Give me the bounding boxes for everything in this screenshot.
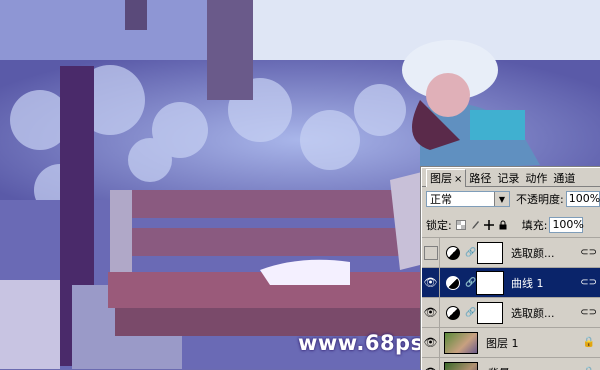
blend-mode-select[interactable]: 正常 ▼ [426, 191, 510, 207]
lock-all-icon[interactable] [498, 220, 508, 230]
layer-row[interactable]: 🔗 选取颜... ⊂⊃ [422, 237, 600, 267]
blend-opacity-row: 正常 ▼ 不透明度: 100% [426, 191, 600, 207]
visibility-toggle[interactable]: 👁 [422, 268, 440, 298]
visibility-toggle[interactable]: 👁 [422, 298, 440, 328]
layer-name: 背景 [486, 365, 508, 370]
tab-layers[interactable]: 图层× [426, 169, 466, 187]
lock-transparency-icon[interactable] [456, 220, 466, 230]
fill-input[interactable]: 100% [549, 217, 583, 233]
lock-move-icon[interactable] [484, 220, 494, 230]
visibility-toggle[interactable]: 👁 [422, 358, 440, 370]
chain-icon: 🔗 [465, 248, 473, 258]
adjustment-layer-icon [446, 246, 460, 260]
lock-brush-icon[interactable] [470, 220, 480, 230]
layer-row[interactable]: 👁 🔗 选取颜... ⊂⊃ [422, 297, 600, 327]
layer-mask-thumbnail[interactable] [477, 242, 503, 264]
layer-row-selected[interactable]: 👁 🔗 曲线 1 ⊂⊃ [422, 267, 600, 297]
layer-name: 选取颜... [511, 245, 555, 261]
adjustment-layer-icon [446, 276, 460, 290]
layer-name: 选取颜... [511, 305, 555, 321]
chain-icon: 🔗 [465, 308, 473, 318]
eye-icon: 👁 [424, 306, 438, 319]
layer-name: 曲线 1 [511, 275, 544, 291]
close-icon[interactable]: × [454, 174, 462, 185]
tab-actions[interactable]: 动作 [522, 170, 550, 186]
eye-icon: 👁 [424, 336, 438, 349]
link-icon: ⊂⊃ [580, 277, 597, 288]
hidden-eye-box [424, 246, 438, 260]
link-icon: ⊂⊃ [580, 247, 597, 258]
layer-mask-thumbnail[interactable] [477, 272, 503, 294]
fill-label: 填充: [522, 217, 548, 233]
lock-fill-row: 锁定: 填充: 100% [426, 217, 583, 233]
visibility-toggle[interactable] [422, 238, 440, 268]
tab-layers-label: 图层 [430, 172, 452, 185]
tab-history[interactable]: 记录 [494, 170, 522, 186]
tab-channels[interactable]: 通道 [550, 170, 578, 186]
layers-panel: 图层× 路径 记录 动作 通道 正常 ▼ 不透明度: 100% 锁定: [421, 167, 600, 370]
tab-paths[interactable]: 路径 [466, 170, 494, 186]
eye-icon: 👁 [424, 366, 438, 370]
layer-row[interactable]: 👁 背景 🔒 [422, 357, 600, 370]
lock-label: 锁定: [426, 217, 452, 233]
adjustment-layer-icon [446, 306, 460, 320]
opacity-label: 不透明度: [516, 191, 564, 207]
layer-thumbnail[interactable] [444, 332, 478, 354]
visibility-toggle[interactable]: 👁 [422, 328, 440, 358]
panel-tabs: 图层× 路径 记录 动作 通道 [422, 168, 600, 187]
lock-options [456, 220, 508, 230]
layer-name: 图层 1 [486, 335, 519, 351]
eye-icon: 👁 [424, 276, 438, 289]
link-icon: ⊂⊃ [580, 307, 597, 318]
opacity-input[interactable]: 100% [566, 191, 600, 207]
lock-icon: 🔒 [583, 337, 595, 348]
layer-mask-thumbnail[interactable] [477, 302, 503, 324]
chevron-down-icon[interactable]: ▼ [494, 192, 509, 206]
blend-mode-value: 正常 [430, 191, 452, 207]
chain-icon: 🔗 [465, 278, 473, 288]
layers-list: 🔗 选取颜... ⊂⊃ 👁 🔗 曲线 1 ⊂⊃ 👁 🔗 选取颜... ⊂⊃ 👁 … [422, 237, 600, 370]
layer-row[interactable]: 👁 图层 1 🔒 [422, 327, 600, 357]
